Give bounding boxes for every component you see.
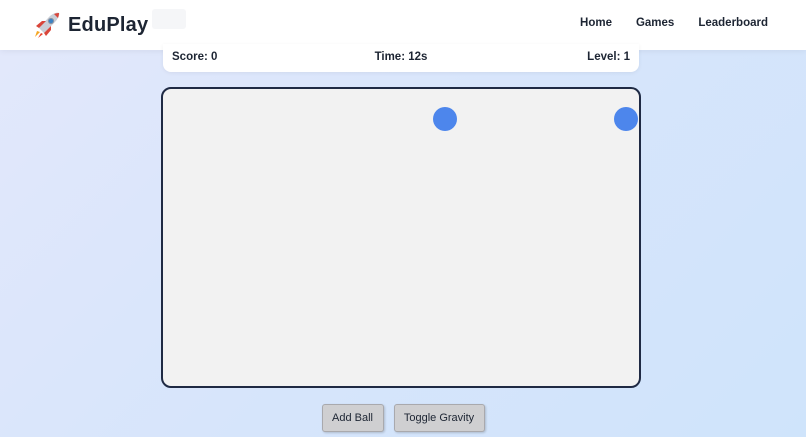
status-bar: Score: 0 Time: 12s Level: 1 [163,44,639,72]
add-ball-button[interactable]: Add Ball [321,404,384,432]
toggle-gravity-button[interactable]: Toggle Gravity [393,404,485,432]
nav-link-leaderboard[interactable]: Leaderboard [698,17,768,29]
navbar: EduPlay Home Games Leaderboard [0,0,806,50]
rocket-icon [32,10,62,40]
ball[interactable] [614,107,638,131]
time-display: Time: 12s [374,51,428,63]
nav-links: Home Games Leaderboard [556,17,768,29]
brand-placeholder [152,9,186,29]
level-display: Level: 1 [587,51,630,63]
game-canvas[interactable] [161,87,641,388]
game-controls: Add Ball Toggle Gravity [0,404,806,432]
nav-link-home[interactable]: Home [580,17,612,29]
brand[interactable]: EduPlay [32,10,148,40]
brand-name: EduPlay [68,13,149,36]
nav-link-games[interactable]: Games [636,17,674,29]
ball[interactable] [433,107,457,131]
